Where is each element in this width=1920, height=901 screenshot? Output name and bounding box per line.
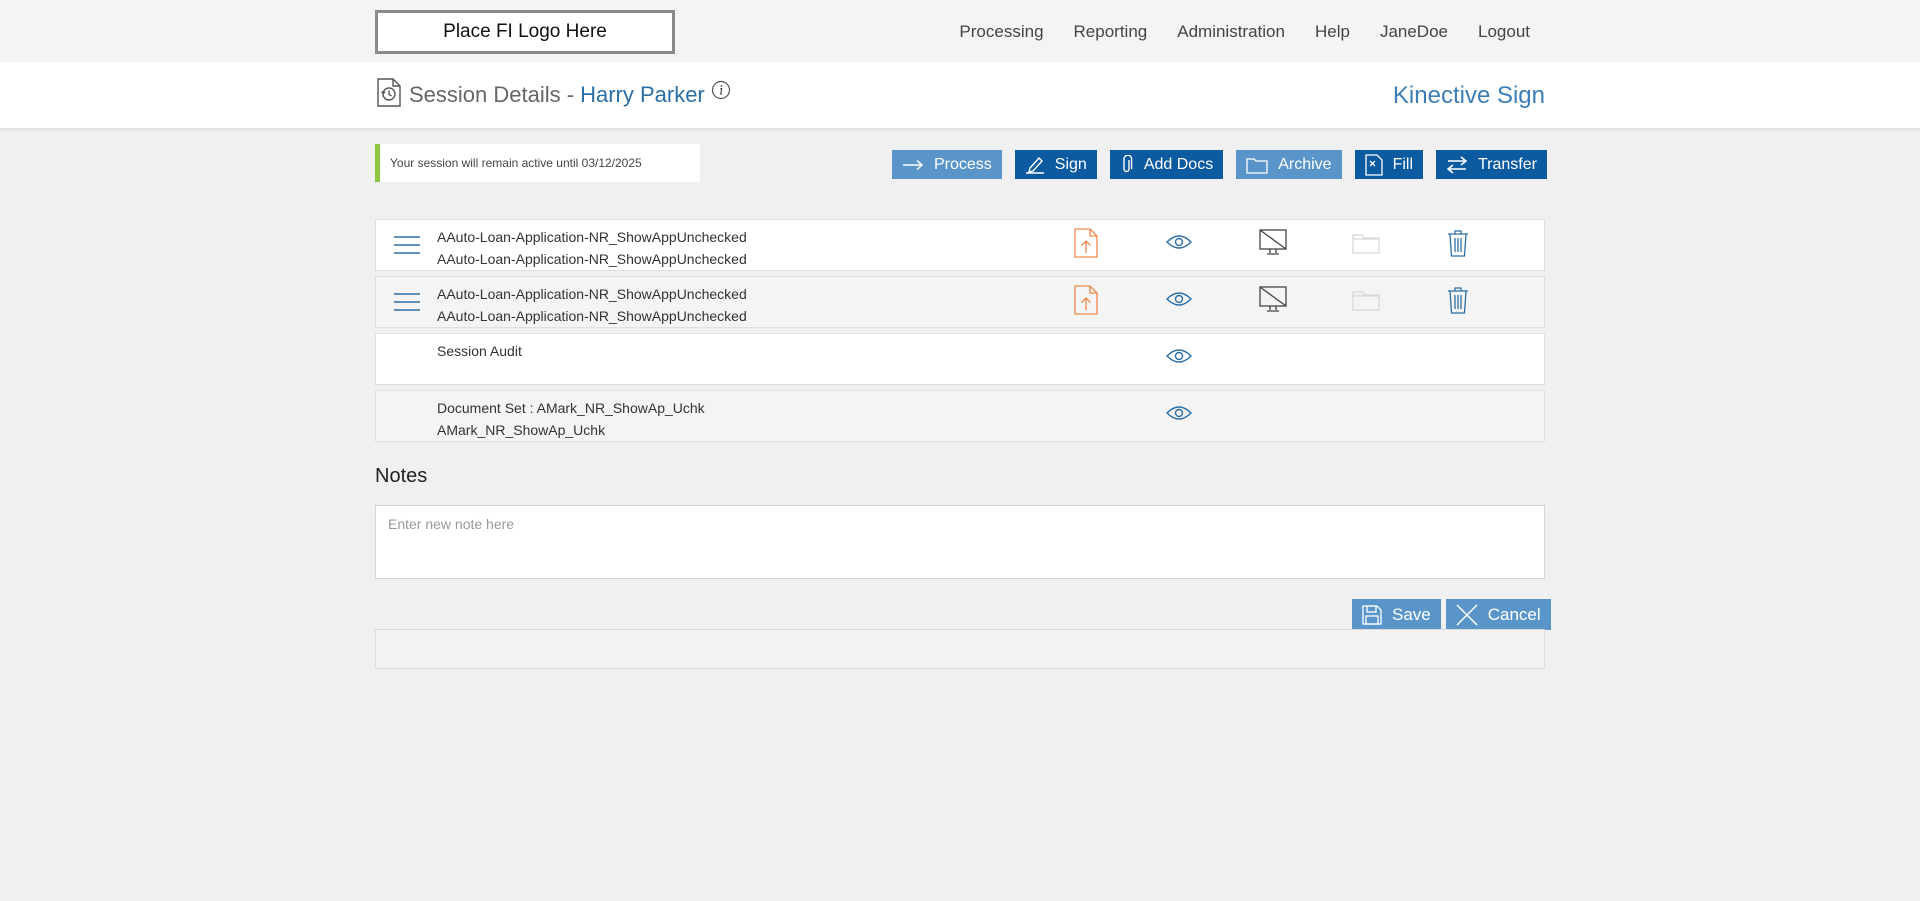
sign-button[interactable]: Sign (1014, 150, 1097, 179)
trash-icon[interactable] (1447, 229, 1469, 262)
nav-logout[interactable]: Logout (1478, 22, 1530, 42)
fill-button[interactable]: Fill (1354, 150, 1423, 179)
nav-help[interactable]: Help (1315, 22, 1350, 42)
document-name: AAuto-Loan-Application-NR_ShowAppUncheck… (437, 283, 747, 327)
pen-icon (1025, 156, 1045, 174)
document-subtitle: AMark_NR_ShowAp_Uchk (437, 422, 606, 438)
archive-button-label: Archive (1278, 155, 1332, 173)
nav-administration[interactable]: Administration (1177, 22, 1285, 42)
trash-icon[interactable] (1447, 286, 1469, 319)
session-history-icon (376, 76, 402, 113)
notes-heading: Notes (375, 465, 428, 487)
drag-handle-icon[interactable] (393, 235, 421, 260)
top-bar: Place FI Logo Here Processing Reporting … (0, 0, 1920, 62)
main-nav: Processing Reporting Administration Help… (929, 22, 1530, 42)
document-row: AAuto-Loan-Application-NR_ShowAppUncheck… (375, 219, 1545, 271)
view-eye-icon[interactable] (1166, 234, 1192, 255)
form-fill-icon (1364, 153, 1383, 176)
nav-reporting[interactable]: Reporting (1074, 22, 1148, 42)
drag-handle-icon[interactable] (393, 292, 421, 317)
upload-icon[interactable] (1074, 285, 1098, 320)
close-icon (1456, 603, 1478, 626)
save-button[interactable]: Save (1352, 599, 1441, 630)
transfer-button-label: Transfer (1478, 155, 1537, 173)
add-docs-button[interactable]: Add Docs (1109, 150, 1224, 179)
action-toolbar: Process Sign Add Docs Archive Fill Trans… (892, 150, 1560, 179)
session-expiry-notice: Your session will remain active until 03… (375, 144, 700, 182)
document-name: AAuto-Loan-Application-NR_ShowAppUncheck… (437, 226, 747, 270)
process-button-label: Process (934, 155, 992, 173)
info-icon[interactable] (711, 80, 731, 105)
view-eye-icon[interactable] (1166, 348, 1192, 369)
floppy-disk-icon (1362, 604, 1382, 625)
page-title: Session Details - Harry Parker (409, 82, 705, 108)
notes-list (375, 629, 1545, 669)
document-title: AAuto-Loan-Application-NR_ShowAppUncheck… (437, 229, 747, 245)
fill-button-label: Fill (1392, 155, 1413, 173)
arrow-right-icon (902, 159, 924, 171)
view-eye-icon[interactable] (1166, 291, 1192, 312)
page-title-prefix: Session Details - (409, 82, 575, 107)
cancel-button-label: Cancel (1487, 604, 1541, 624)
folder-icon (1352, 289, 1380, 316)
title-bar: Session Details - Harry Parker Kinective … (0, 62, 1920, 128)
logo-placeholder: Place FI Logo Here (375, 10, 675, 54)
transfer-button[interactable]: Transfer (1436, 150, 1547, 179)
view-eye-icon[interactable] (1166, 405, 1192, 426)
save-button-label: Save (1392, 604, 1431, 624)
document-title: Document Set : AMark_NR_ShowAp_Uchk (437, 400, 705, 416)
transfer-arrows-icon (1446, 155, 1468, 174)
paperclip-icon (1120, 154, 1134, 175)
document-row: AAuto-Loan-Application-NR_ShowAppUncheck… (375, 276, 1545, 328)
new-note-input[interactable] (375, 505, 1545, 579)
document-subtitle: AAuto-Loan-Application-NR_ShowAppUncheck… (437, 251, 747, 267)
notes-actions: Save Cancel (1352, 599, 1556, 630)
nav-processing[interactable]: Processing (959, 22, 1043, 42)
customer-name: Harry Parker (580, 82, 705, 107)
document-title: AAuto-Loan-Application-NR_ShowAppUncheck… (437, 286, 747, 302)
sign-button-label: Sign (1054, 155, 1087, 173)
folder-icon (1246, 156, 1268, 174)
document-name: Session Audit (437, 340, 522, 362)
document-name: Document Set : AMark_NR_ShowAp_Uchk AMar… (437, 397, 705, 441)
document-subtitle: AAuto-Loan-Application-NR_ShowAppUncheck… (437, 308, 747, 324)
product-brand: Kinective Sign (1392, 82, 1545, 109)
archive-button[interactable]: Archive (1236, 150, 1342, 179)
no-display-icon[interactable] (1259, 229, 1287, 262)
document-title: Session Audit (437, 343, 522, 359)
no-display-icon[interactable] (1259, 286, 1287, 319)
upload-icon[interactable] (1074, 228, 1098, 263)
document-row: Session Audit (375, 333, 1545, 385)
add-docs-button-label: Add Docs (1143, 155, 1214, 173)
folder-icon (1352, 232, 1380, 259)
cancel-button[interactable]: Cancel (1445, 599, 1551, 630)
process-button[interactable]: Process (892, 150, 1002, 179)
nav-user[interactable]: JaneDoe (1380, 22, 1448, 42)
document-row: Document Set : AMark_NR_ShowAp_Uchk AMar… (375, 390, 1545, 442)
